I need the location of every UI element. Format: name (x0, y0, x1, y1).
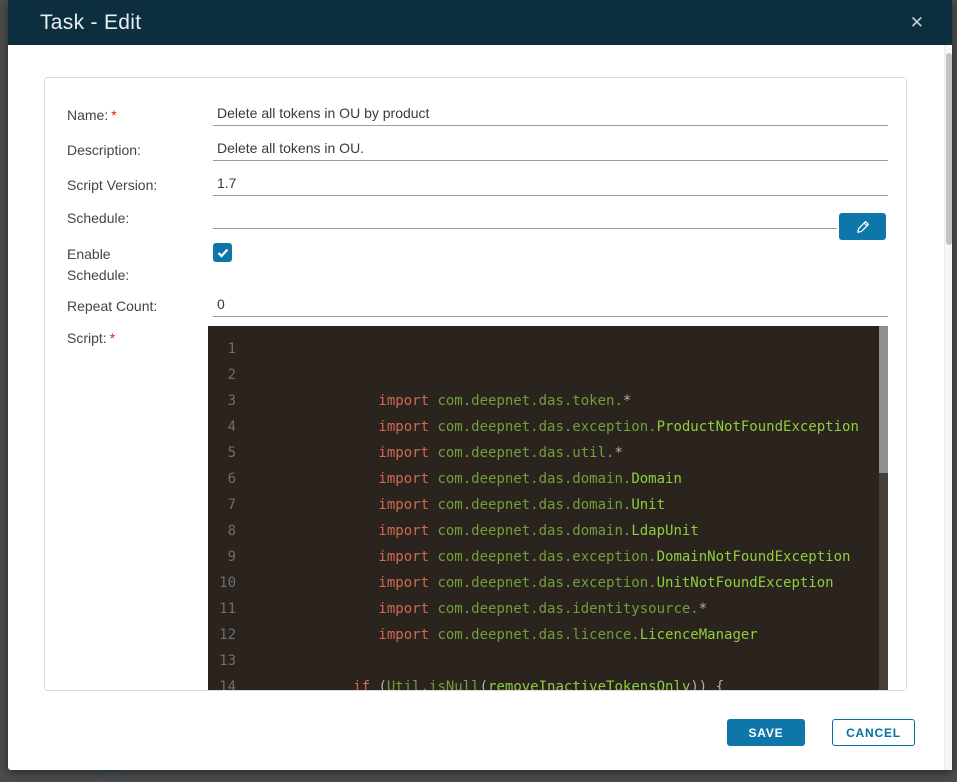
description-label: Description: (67, 142, 141, 158)
dialog-title: Task - Edit (40, 10, 142, 34)
line-number: 1 (227, 341, 236, 357)
save-button[interactable]: SAVE (727, 719, 805, 746)
enable-schedule-checkbox[interactable] (213, 243, 232, 262)
close-icon[interactable]: ✕ (904, 10, 930, 35)
task-form: Name:* Description: Script Version: Sche… (44, 77, 907, 691)
line-number: 10 (219, 575, 236, 591)
description-row: Description: (67, 138, 888, 161)
editor-scrollbar-thumb[interactable] (879, 326, 888, 473)
code-line: 13 (208, 648, 888, 674)
line-number: 6 (227, 471, 236, 487)
task-edit-dialog: Task - Edit ✕ Name:* Description: Script… (8, 0, 952, 770)
line-number: 11 (219, 601, 236, 617)
line-number: 5 (227, 445, 236, 461)
line-number: 14 (219, 679, 236, 690)
script-version-input[interactable] (213, 173, 888, 196)
required-asterisk: * (111, 107, 117, 123)
code-line: 2 (208, 362, 888, 388)
code-line: 12 import com.deepnet.das.licence.Licenc… (208, 622, 888, 648)
code-line: 3 import com.deepnet.das.token.* (208, 388, 888, 414)
checkmark-icon (217, 248, 228, 258)
enable-schedule-label: Enable Schedule: (67, 246, 130, 283)
name-row: Name: * (67, 103, 888, 126)
schedule-input[interactable] (213, 206, 837, 229)
required-asterisk: * (109, 330, 116, 346)
code-line: 10 import com.deepnet.das.exception.Unit… (208, 570, 888, 596)
code-line: 4 import com.deepnet.das.exception.Produ… (208, 414, 888, 440)
code-line: 7 import com.deepnet.das.domain.Unit (208, 492, 888, 518)
script-editor[interactable]: 123 import com.deepnet.das.token.* 4 impo… (208, 326, 888, 690)
repeat-count-row: Repeat Count: (67, 294, 888, 317)
dialog-header: Task - Edit ✕ (8, 0, 952, 45)
code-line: 6 import com.deepnet.das.domain.Domain (208, 466, 888, 492)
code-line: 14 if (Util.isNull(removeInactiveTokensO… (208, 674, 888, 690)
line-number: 2 (227, 367, 236, 383)
code-line: 9 import com.deepnet.das.exception.Domai… (208, 544, 888, 570)
code-line: 5 import com.deepnet.das.util.* (208, 440, 888, 466)
cancel-button[interactable]: CANCEL (832, 719, 915, 746)
schedule-label: Schedule: (67, 210, 130, 226)
name-label: Name: * (67, 107, 117, 123)
script-version-row: Script Version: (67, 173, 888, 196)
editor-scrollbar[interactable] (879, 326, 888, 690)
name-input[interactable] (213, 103, 888, 126)
repeat-count-input[interactable] (213, 294, 888, 317)
dialog-scrollbar-thumb[interactable] (946, 53, 952, 245)
line-number: 13 (219, 653, 236, 669)
script-version-label: Script Version: (67, 177, 158, 193)
edit-schedule-button[interactable] (839, 213, 886, 240)
line-number: 9 (227, 549, 236, 565)
repeat-count-label: Repeat Count: (67, 298, 158, 314)
pencil-icon (856, 220, 869, 233)
line-number: 3 (227, 393, 236, 409)
code-line: 11 import com.deepnet.das.identitysource… (208, 596, 888, 622)
script-editor-lines: 123 import com.deepnet.das.token.* 4 impo… (208, 336, 888, 690)
code-line: 1 (208, 336, 888, 362)
line-number: 8 (227, 523, 236, 539)
description-input[interactable] (213, 138, 888, 161)
code-line: 8 import com.deepnet.das.domain.LdapUnit (208, 518, 888, 544)
schedule-row: Schedule: (67, 206, 837, 229)
screen: { "window": { "title": "Task - Edit", "c… (0, 0, 957, 782)
line-number: 12 (219, 627, 236, 643)
line-number: 7 (227, 497, 236, 513)
enable-schedule-row: Enable Schedule: (67, 242, 888, 286)
line-number: 4 (227, 419, 236, 435)
dialog-scrollbar[interactable] (944, 45, 952, 770)
script-label: Script: * (67, 330, 116, 346)
